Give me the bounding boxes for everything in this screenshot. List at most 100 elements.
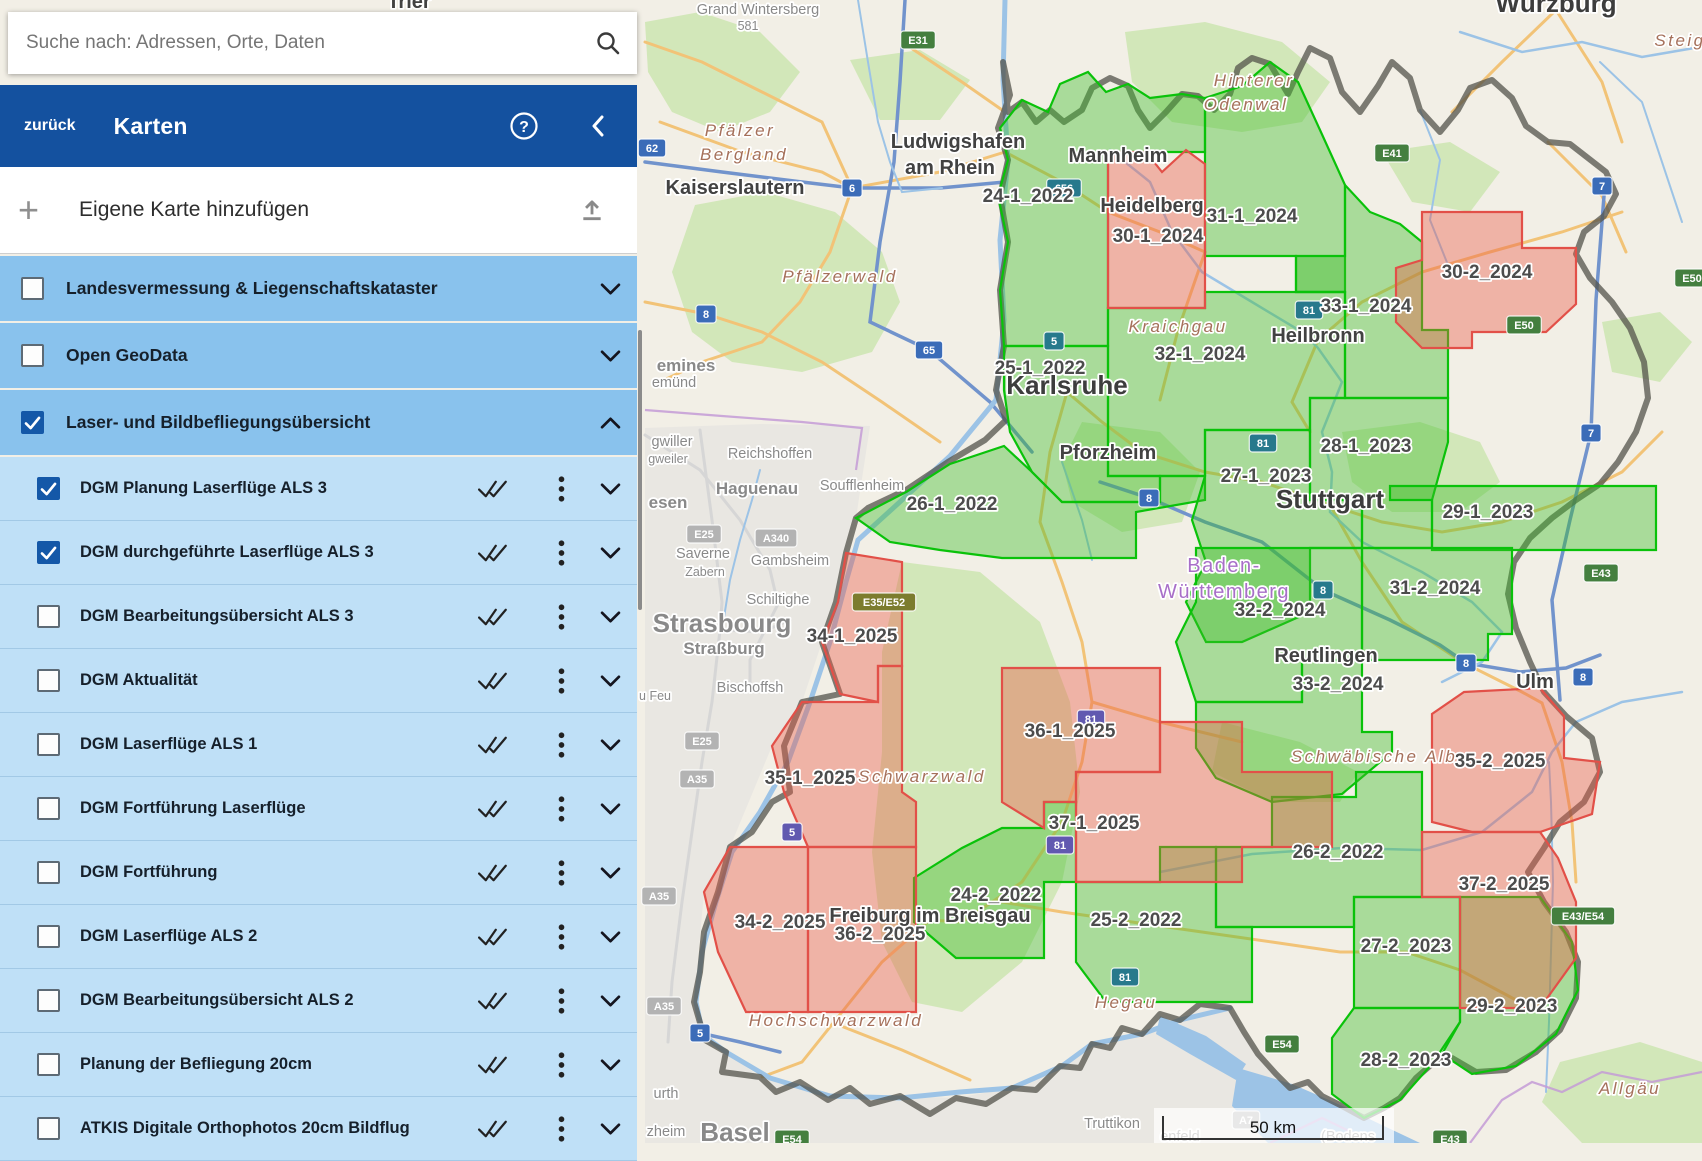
layer-checkbox[interactable] (37, 733, 60, 756)
double-check-icon[interactable] (478, 671, 508, 690)
more-options-icon[interactable] (558, 1052, 565, 1078)
expand-group-icon[interactable] (600, 349, 621, 362)
layer-row-2[interactable]: DGM durchgeführte Laserflüge ALS 3 (0, 521, 637, 585)
more-options-icon[interactable] (558, 796, 565, 822)
map-label: Truttikon (1084, 1116, 1140, 1132)
area-label-31-1_2024: 31-1_2024 (1207, 206, 1298, 227)
search-icon[interactable] (595, 30, 621, 56)
area-label-33-1_2024: 33-1_2024 (1321, 296, 1412, 317)
layer-row-4[interactable]: DGM Aktualität (0, 649, 637, 713)
group-checkbox[interactable] (21, 344, 44, 367)
more-options-icon[interactable] (558, 540, 565, 566)
double-check-icon[interactable] (478, 479, 508, 498)
layer-checkbox[interactable] (37, 1053, 60, 1076)
svg-text:E25: E25 (694, 529, 714, 541)
layer-checkbox[interactable] (37, 925, 60, 948)
double-check-icon[interactable] (478, 927, 508, 946)
layer-checkbox[interactable] (37, 1117, 60, 1140)
more-options-icon[interactable] (558, 476, 565, 502)
layer-row-8[interactable]: DGM Laserflüge ALS 2 (0, 905, 637, 969)
expand-layer-icon[interactable] (600, 994, 621, 1007)
expand-layer-icon[interactable] (600, 802, 621, 815)
double-check-icon[interactable] (478, 735, 508, 754)
road-shield: 81 (1111, 968, 1138, 986)
layer-checkbox[interactable] (37, 605, 60, 628)
help-icon[interactable]: ? (509, 111, 539, 141)
svg-text:5: 5 (697, 1028, 703, 1040)
expand-layer-icon[interactable] (600, 674, 621, 687)
expand-layer-icon[interactable] (600, 1122, 621, 1135)
expand-layer-icon[interactable] (600, 930, 621, 943)
road-shield: E35/E52 (852, 593, 915, 611)
collapse-group-icon[interactable] (600, 416, 621, 429)
more-options-icon[interactable] (558, 860, 565, 886)
expand-layer-icon[interactable] (600, 866, 621, 879)
area-label-37-2_2025: 37-2_2025 (1459, 874, 1550, 895)
road-shield: 7 (1581, 424, 1601, 442)
svg-text:A35: A35 (649, 891, 669, 903)
more-options-icon[interactable] (558, 604, 565, 630)
double-check-icon[interactable] (478, 991, 508, 1010)
expand-group-icon[interactable] (600, 282, 621, 295)
layer-row-7[interactable]: DGM Fortführung (0, 841, 637, 905)
double-check-icon[interactable] (478, 799, 508, 818)
search-input[interactable] (24, 31, 595, 55)
expand-layer-icon[interactable] (600, 610, 621, 623)
group-row-2[interactable]: Open GeoData (0, 323, 637, 388)
group-checkbox[interactable] (21, 411, 44, 434)
layer-row-1[interactable]: DGM Planung Laserflüge ALS 3 (0, 457, 637, 521)
layer-checkbox[interactable] (37, 477, 60, 500)
area-label-28-1_2023: 28-1_2023 (1321, 436, 1412, 457)
road-shield: E43 (1433, 1130, 1468, 1143)
add-own-map-row[interactable]: + Eigene Karte hinzufügen (0, 167, 637, 254)
road-shield: E31 (901, 31, 936, 49)
group-row-3[interactable]: Laser- und Bildbefliegungsübersicht (0, 390, 637, 455)
expand-layer-icon[interactable] (600, 1058, 621, 1071)
double-check-icon[interactable] (478, 863, 508, 882)
double-check-icon[interactable] (478, 1055, 508, 1074)
layer-row-9[interactable]: DGM Bearbeitungsübersicht ALS 2 (0, 969, 637, 1033)
road-shield: 81 (1249, 434, 1276, 452)
road-shield: E54 (1265, 1035, 1300, 1053)
upload-icon[interactable] (579, 197, 605, 223)
expand-layer-icon[interactable] (600, 546, 621, 559)
map-label: Ludwigshafen (891, 131, 1025, 153)
road-shield: 5 (690, 1024, 710, 1042)
group-checkbox[interactable] (21, 277, 44, 300)
double-check-icon[interactable] (478, 1119, 508, 1138)
layer-row-5[interactable]: DGM Laserflüge ALS 1 (0, 713, 637, 777)
more-options-icon[interactable] (558, 924, 565, 950)
group-row-1[interactable]: Landesvermessung & Liegenschaftskataster (0, 256, 637, 321)
map-label: Würzburg (1495, 0, 1616, 18)
map-label: Reichshoffen (728, 446, 812, 462)
layer-label: DGM Fortführung Laserflüge (80, 799, 306, 818)
layer-checkbox[interactable] (37, 669, 60, 692)
map-label: 581 (738, 19, 759, 33)
road-shield: 5 (782, 823, 802, 841)
layer-label: DGM Fortführung (80, 863, 217, 882)
layer-row-6[interactable]: DGM Fortführung Laserflüge (0, 777, 637, 841)
sidebar-scrollbar[interactable] (638, 330, 642, 610)
layer-checkbox[interactable] (37, 989, 60, 1012)
layer-row-10[interactable]: Planung der Befliegung 20cm (0, 1033, 637, 1097)
more-options-icon[interactable] (558, 668, 565, 694)
back-button[interactable]: zurück (24, 117, 76, 135)
map-label: Pforzheim (1060, 442, 1157, 464)
layer-checkbox[interactable] (37, 861, 60, 884)
layer-row-11[interactable]: ATKIS Digitale Orthophotos 20cm Bildflug… (0, 1097, 637, 1161)
more-options-icon[interactable] (558, 988, 565, 1014)
more-options-icon[interactable] (558, 732, 565, 758)
more-options-icon[interactable] (558, 1116, 565, 1142)
svg-text:5: 5 (789, 827, 795, 839)
expand-layer-icon[interactable] (600, 738, 621, 751)
road-shield: 65 (915, 341, 942, 359)
layer-checkbox[interactable] (37, 541, 60, 564)
layer-checkbox[interactable] (37, 797, 60, 820)
svg-text:E50: E50 (1514, 320, 1534, 332)
collapse-panel-icon[interactable] (591, 115, 605, 137)
double-check-icon[interactable] (478, 543, 508, 562)
svg-text:65: 65 (923, 345, 935, 357)
layer-row-3[interactable]: DGM Bearbeitungsübersicht ALS 3 (0, 585, 637, 649)
expand-layer-icon[interactable] (600, 482, 621, 495)
double-check-icon[interactable] (478, 607, 508, 626)
